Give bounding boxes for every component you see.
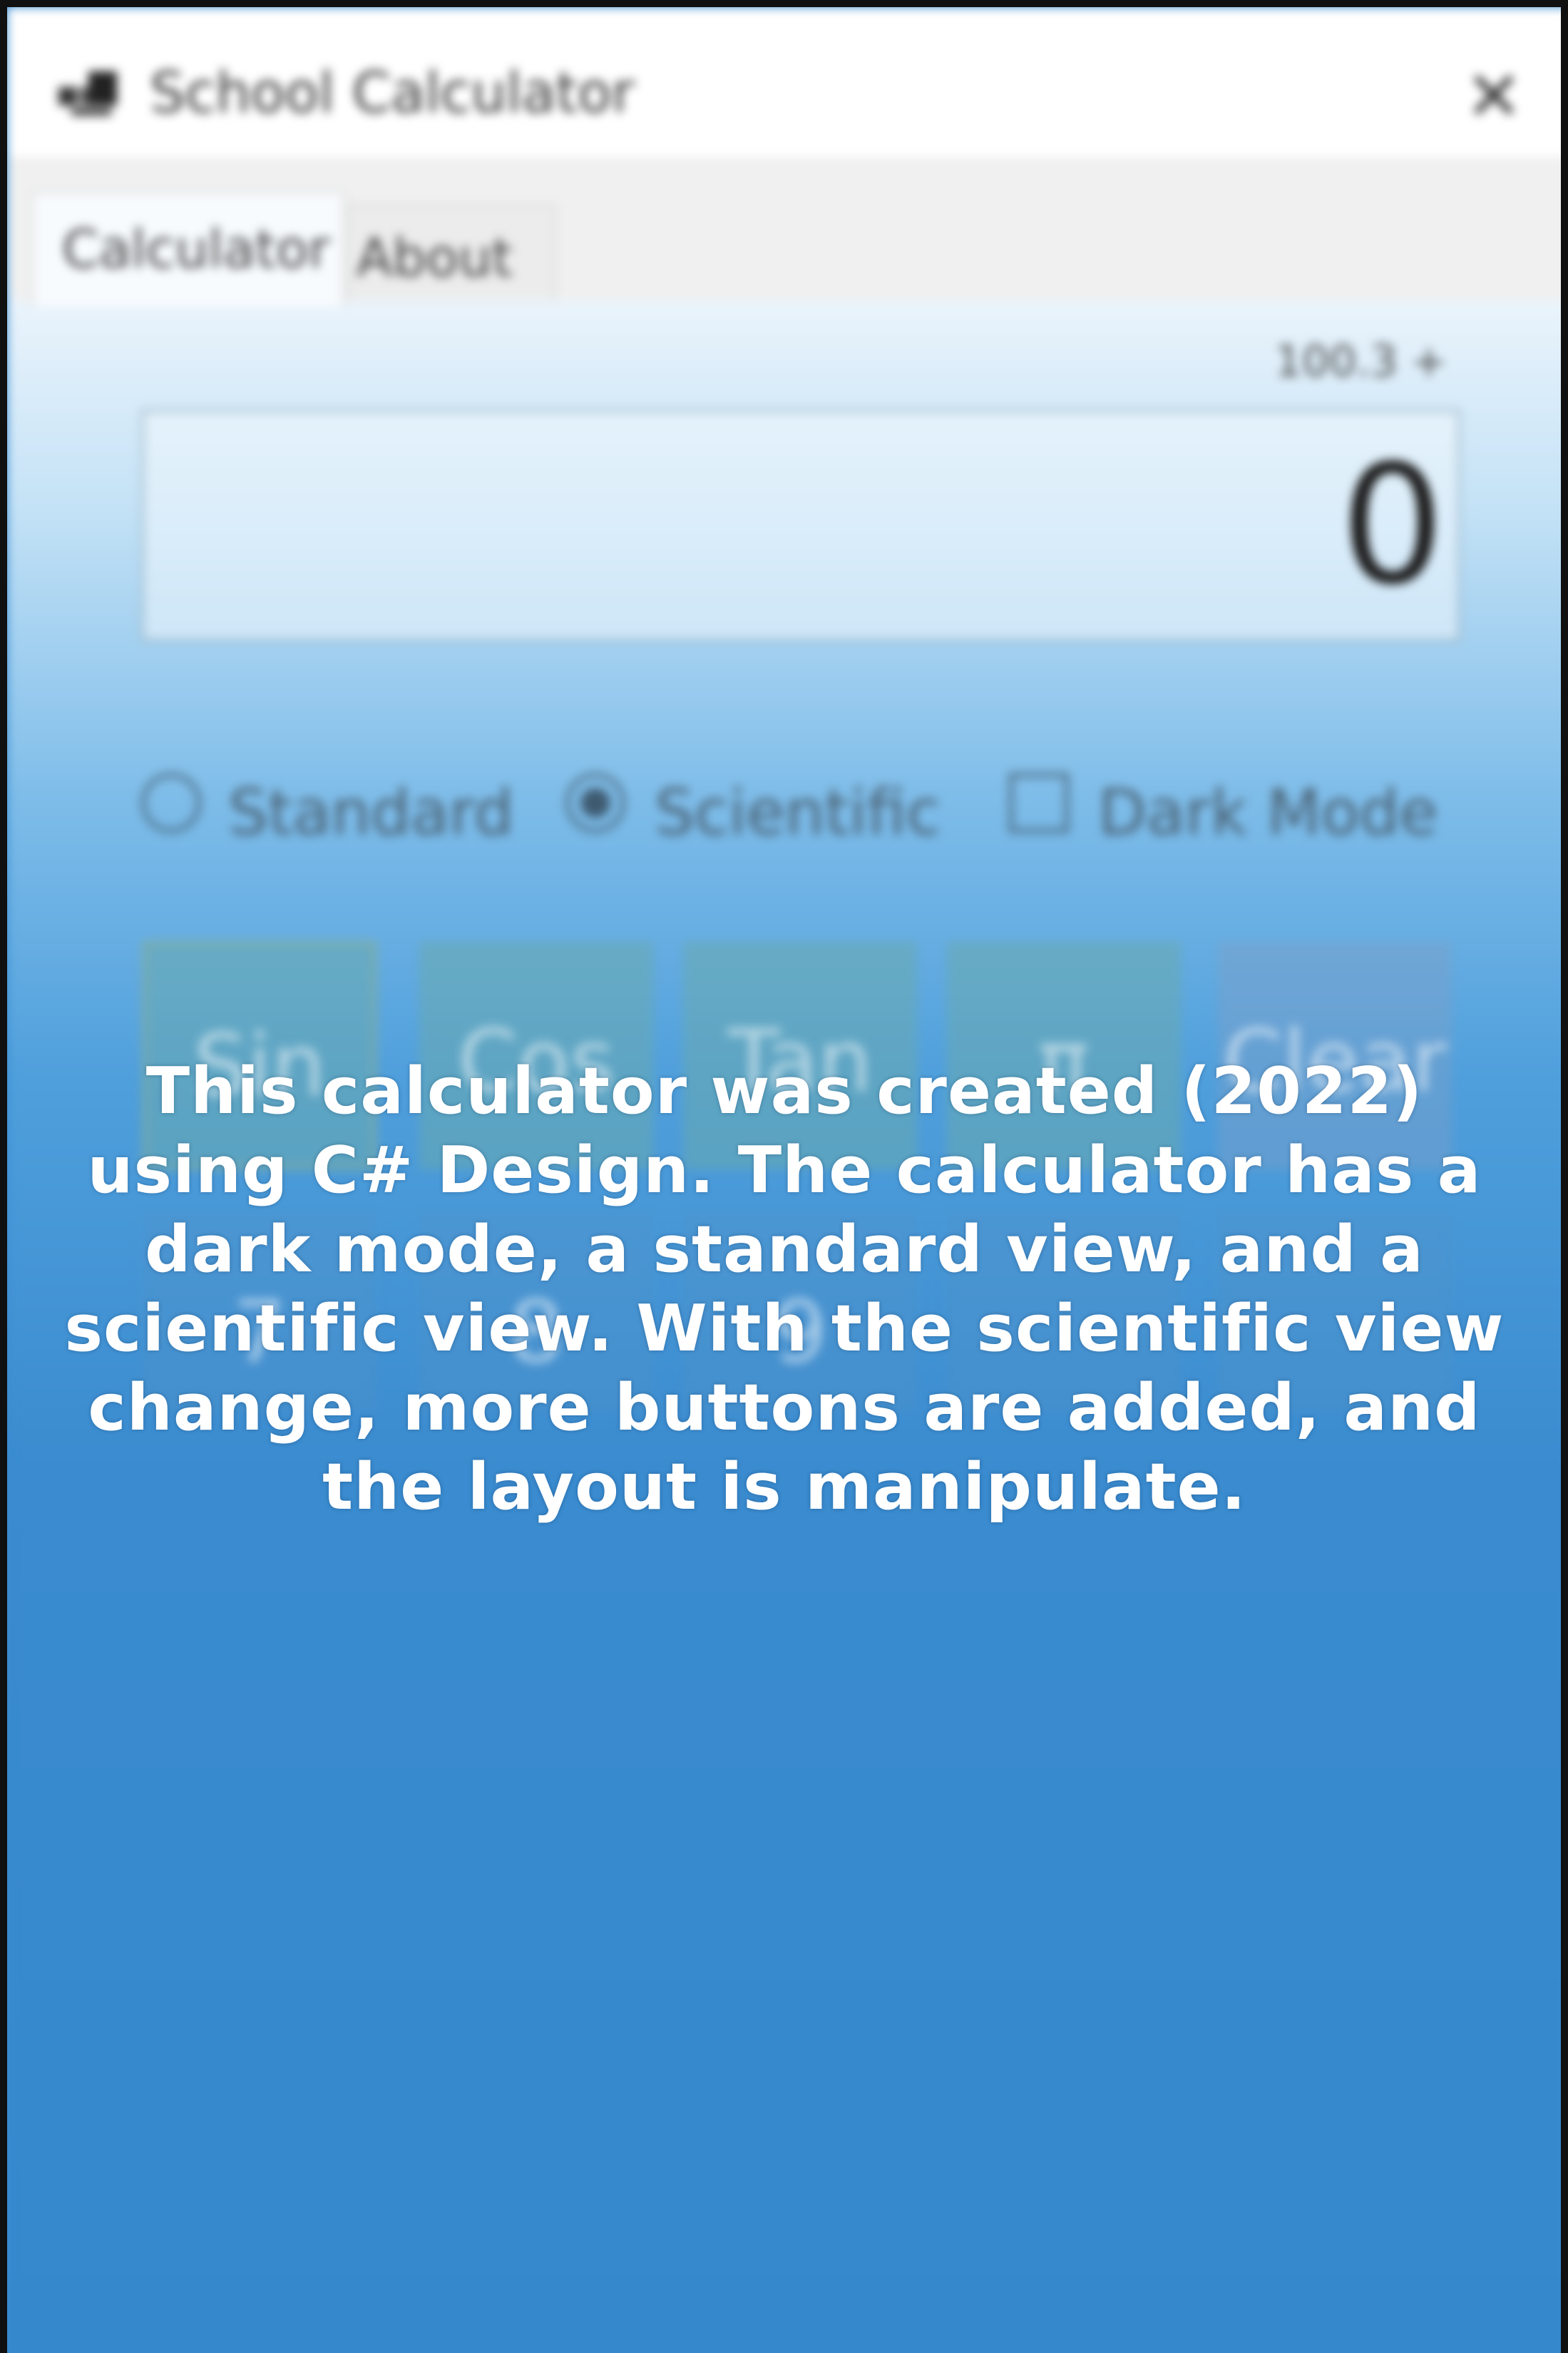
radio-selected-dot <box>580 788 610 818</box>
calculator-app-icon <box>58 71 123 121</box>
standard-label: Standard <box>228 776 514 849</box>
standard-radio[interactable] <box>141 773 201 833</box>
result-display: 0 <box>141 409 1460 642</box>
screen-top-edge <box>0 0 1568 7</box>
scientific-radio[interactable] <box>565 773 625 833</box>
tab-about[interactable]: About <box>346 204 556 299</box>
dark-mode-label: Dark Mode <box>1098 776 1438 849</box>
mode-options: Standard Scientific Dark Mode <box>7 756 1561 856</box>
scientific-label: Scientific <box>655 776 941 849</box>
close-icon[interactable]: ✕ <box>1455 57 1533 135</box>
tab-strip: Calculator About <box>14 157 1561 307</box>
title-bar: School Calculator ✕ <box>14 14 1561 157</box>
description-caption: This calculator was created (2022) using… <box>64 1054 1505 1524</box>
history-text: 100.3 + <box>1274 337 1447 386</box>
tab-calculator[interactable]: Calculator <box>31 191 345 307</box>
display-value: 0 <box>1340 431 1445 621</box>
dark-mode-checkbox[interactable] <box>1009 773 1069 833</box>
window-title: School Calculator <box>150 61 635 125</box>
